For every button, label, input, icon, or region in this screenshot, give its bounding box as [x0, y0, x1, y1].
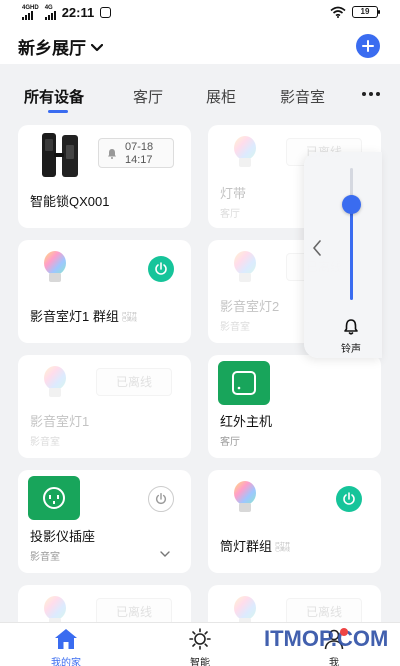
last-unlock-badge: 07-18 14:17: [98, 138, 174, 168]
device-name: 红外主机: [220, 414, 273, 429]
chevron-down-icon: [91, 43, 103, 51]
ringtone-volume-panel: 铃声: [304, 152, 382, 358]
device-card-projector-socket[interactable]: 投影仪插座 影音室: [18, 470, 191, 573]
device-card-smart-lock[interactable]: 07-18 14:17 智能锁QX001: [18, 125, 191, 228]
more-tabs-button[interactable]: [362, 92, 380, 96]
app-header: 新乡展厅: [0, 26, 400, 64]
device-card-downlight-group[interactable]: 筒灯群组 已打开 已离线: [208, 470, 381, 573]
power-icon: [155, 262, 167, 275]
device-name: 影音室灯2: [220, 299, 280, 314]
device-card-ir-hub[interactable]: 红外主机 客厅: [208, 355, 381, 458]
device-room: 影音室: [30, 552, 60, 563]
bulb-icon: [44, 366, 66, 397]
bulb-icon: [234, 251, 256, 282]
app-notification-icon: [100, 7, 112, 18]
nav-label: 我的家: [51, 658, 81, 666]
device-name: 影音室灯1: [30, 414, 90, 429]
device-card-media-light-group[interactable]: 影音室灯1 群组 已打开 已离线: [18, 240, 191, 343]
active-tab-indicator: [48, 110, 68, 113]
device-room: 影音室: [30, 437, 60, 448]
nav-label: 智能: [190, 658, 210, 666]
ringtone-label: 铃声: [341, 344, 361, 355]
add-device-button[interactable]: [356, 34, 380, 58]
power-toggle-button[interactable]: [148, 256, 174, 282]
device-name: 智能锁QX001: [30, 194, 110, 209]
bell-icon: [344, 319, 358, 335]
power-toggle-button[interactable]: [148, 486, 174, 512]
power-toggle-button[interactable]: [336, 486, 362, 512]
ir-hub-icon: [218, 361, 270, 405]
room-tabs: 所有设备 客厅 展柜 影音室: [0, 64, 400, 116]
chevron-left-icon[interactable]: [312, 240, 322, 256]
power-icon: [155, 493, 167, 504]
device-room: 客厅: [220, 209, 240, 220]
volume-slider-handle[interactable]: [342, 195, 361, 215]
volume-slider-fill: [350, 204, 353, 300]
device-name: 筒灯群组 已打开 已离线: [220, 539, 291, 554]
tab-all-devices[interactable]: 所有设备: [24, 86, 84, 107]
notification-dot: [340, 628, 348, 636]
status-bar: 4GHD 4G 22:11 19: [0, 0, 400, 26]
bell-icon: [108, 149, 116, 159]
socket-icon: [28, 476, 80, 520]
signal-icon: 4GHD: [22, 5, 39, 20]
wifi-icon: [330, 6, 346, 18]
signal-2-icon: 4G: [44, 5, 56, 20]
tab-living-room[interactable]: 客厅: [133, 86, 163, 107]
tab-media-room[interactable]: 影音室: [280, 86, 325, 107]
watermark-text: ITMOP.COM: [264, 626, 389, 651]
device-card-media-light-1[interactable]: 已离线 影音室灯1 影音室: [18, 355, 191, 458]
power-icon: [343, 492, 355, 505]
home-selector[interactable]: 新乡展厅: [18, 34, 103, 59]
nav-label: 我: [329, 658, 339, 666]
tab-showcase[interactable]: 展柜: [206, 86, 236, 107]
sun-icon: [189, 628, 211, 650]
home-name: 新乡展厅: [18, 39, 86, 58]
chevron-down-icon[interactable]: [160, 551, 170, 557]
home-icon: [55, 629, 77, 649]
device-name: 灯带: [220, 186, 247, 201]
battery-icon: 19: [352, 6, 380, 18]
device-name: 影音室灯1 群组 已打开 已离线: [30, 309, 137, 324]
nav-my-home[interactable]: 我的家: [26, 623, 106, 666]
nav-smart[interactable]: 智能: [160, 623, 240, 666]
bulb-icon: [234, 136, 256, 167]
device-room: 客厅: [220, 437, 240, 448]
device-room: 影音室: [220, 322, 250, 333]
smart-lock-icon: [42, 133, 78, 177]
offline-badge: 已离线: [96, 368, 172, 396]
clock: 22:11: [61, 5, 95, 20]
bulb-icon: [234, 481, 256, 512]
device-name: 投影仪插座: [30, 529, 96, 544]
bulb-icon: [44, 251, 66, 282]
